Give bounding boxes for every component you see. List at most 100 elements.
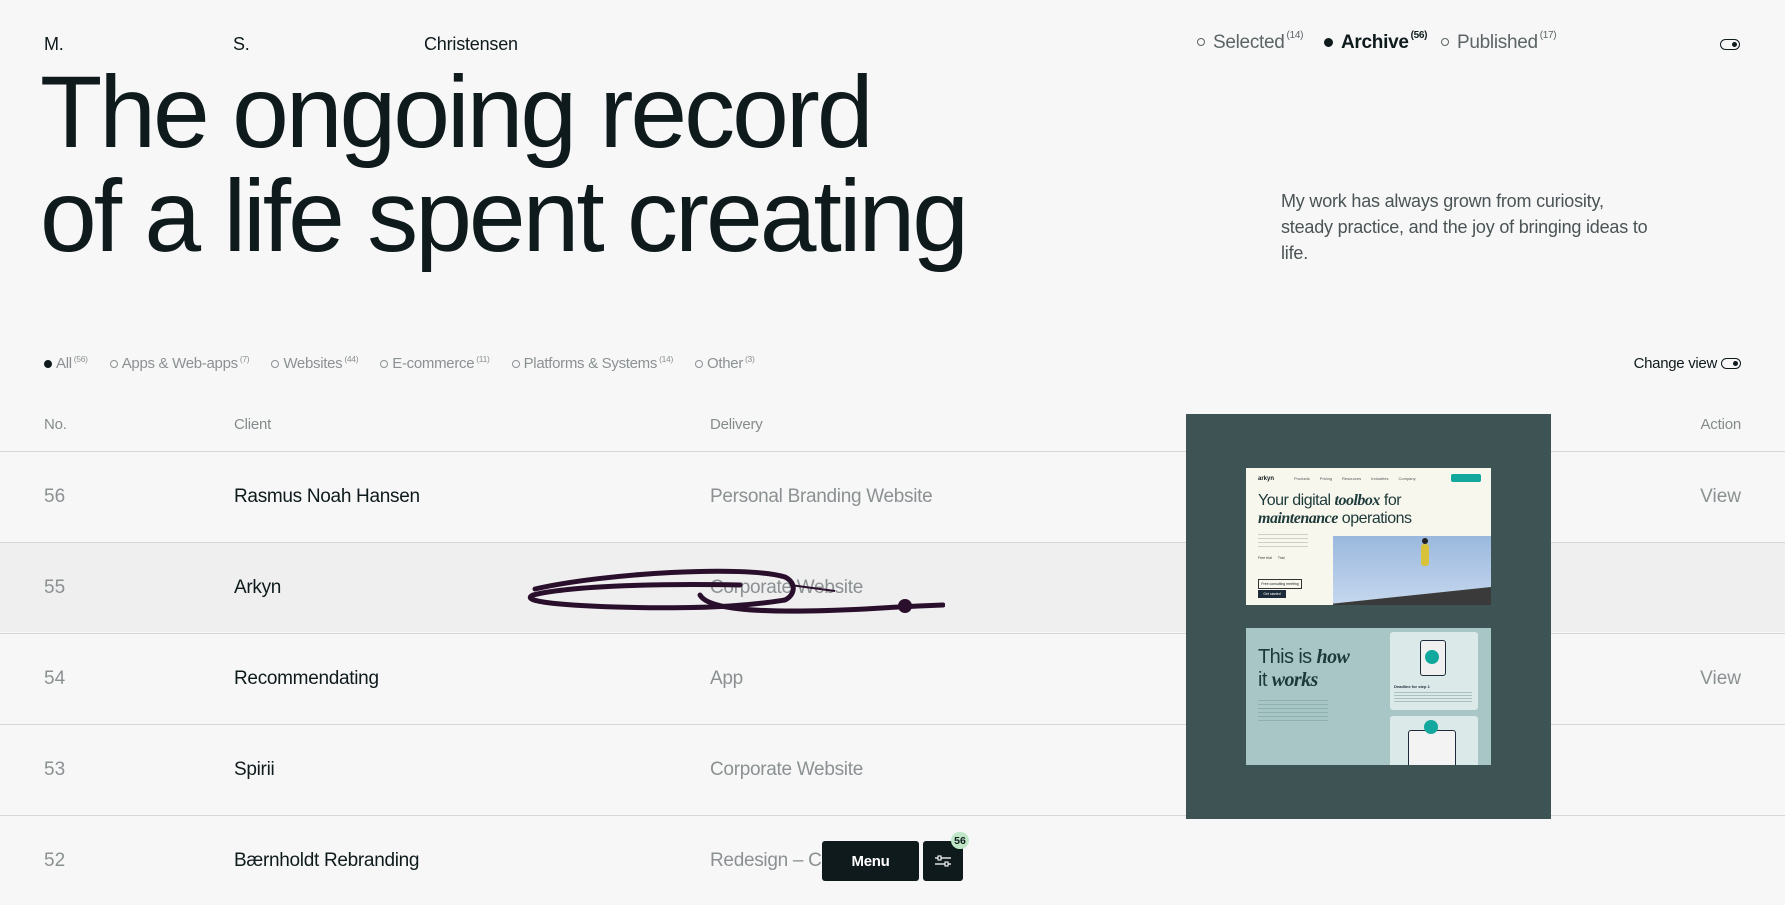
row-number: 54 [44, 668, 66, 689]
preview-cta [1451, 474, 1481, 482]
count-badge: 56 [951, 832, 969, 849]
row-client: Arkyn [234, 577, 282, 598]
project-preview: arkyn Products Pricing Resources Industr… [1186, 414, 1551, 819]
preview-screenshot-1: arkyn Products Pricing Resources Industr… [1246, 468, 1491, 605]
view-toggle-icon[interactable] [1721, 358, 1741, 369]
filter-websites[interactable]: Websites (44) [271, 354, 359, 372]
preview-headline-part: toolbox [1334, 492, 1381, 509]
nav-selected-count: (14) [1286, 30, 1304, 41]
change-view-label: Change view [1633, 355, 1718, 372]
row-delivery: Redesign – Co [710, 850, 832, 871]
row-number: 53 [44, 759, 66, 780]
filter-other[interactable]: Other (3) [695, 354, 755, 372]
row-number: 56 [44, 486, 66, 507]
page-title-line-2: of a life spent creating [40, 159, 969, 273]
nav-selected-label: Selected [1213, 32, 1285, 53]
scribble-annotation [528, 568, 945, 614]
preview2-card-title: Deadline for step 1 [1394, 684, 1430, 689]
radio-dot-icon [1324, 38, 1333, 47]
radio-dot-icon [271, 360, 280, 368]
menu-button[interactable]: Menu [822, 841, 919, 881]
preview-body-lines [1258, 534, 1308, 550]
preview-primary-button: Get started [1258, 590, 1286, 598]
radio-dot-icon [1441, 38, 1449, 46]
preview2-body-lines [1258, 700, 1328, 722]
nav-published-label: Published [1457, 32, 1538, 53]
preview-nav-item: Pricing [1319, 476, 1333, 481]
page-title: The ongoing record of a life spent creat… [40, 55, 969, 273]
filter-label: Other [707, 355, 744, 372]
column-header-delivery: Delivery [710, 416, 763, 433]
filter-apps[interactable]: Apps & Web-apps (7) [109, 354, 250, 372]
filter-label: Apps & Web-apps [121, 355, 238, 372]
row-client: Spirii [234, 759, 275, 780]
radio-dot-icon [380, 360, 389, 368]
row-delivery: Corporate Website [710, 759, 863, 780]
row-delivery: Personal Branding Website [710, 486, 933, 507]
row-number: 55 [44, 577, 66, 598]
column-header-client: Client [234, 416, 272, 433]
column-header-no: No. [44, 416, 67, 433]
preview-nav-item: Products [1294, 476, 1310, 481]
nav-published-count: (17) [1539, 30, 1557, 41]
intro-text: My work has always grown from curiosity,… [1281, 191, 1648, 263]
filter-label: Platforms & Systems [523, 355, 658, 372]
preview-nav-item: Resources [1342, 476, 1362, 481]
theme-toggle-icon[interactable] [1720, 39, 1740, 50]
nav-selected[interactable]: Selected (14) [1197, 30, 1304, 54]
preview-nav: Products Pricing Resources Industries Co… [1294, 476, 1416, 481]
radio-dot-icon [109, 360, 118, 368]
filter-count: (56) [73, 354, 88, 364]
preview2-card: Deadline for step 1 [1390, 632, 1478, 710]
preview-headline-part: for [1379, 492, 1402, 509]
preview-headline-part: operations [1337, 510, 1412, 527]
filter-count: (44) [344, 354, 359, 364]
preview2-headline-part: how [1316, 646, 1350, 668]
name-middle-initial[interactable]: S. [233, 34, 250, 55]
radio-dot-icon [695, 360, 703, 368]
preview2-headline-part: works [1271, 669, 1319, 691]
nav-archive[interactable]: Archive (56) [1324, 30, 1428, 54]
radio-dot-icon [511, 360, 520, 368]
preview2-headline-part: This is [1258, 646, 1317, 668]
nav-published[interactable]: Published (17) [1441, 30, 1557, 54]
row-view-link[interactable]: View [1700, 486, 1741, 508]
row-view-link[interactable]: View [1700, 668, 1741, 690]
preview-check: Free trial [1258, 556, 1272, 560]
preview-screenshot-2: This is how it works Deadline for step 1 [1246, 628, 1491, 765]
preview-hero-photo [1333, 536, 1491, 605]
name-first-initial[interactable]: M. [44, 34, 64, 55]
column-header-action: Action [1700, 416, 1742, 433]
preview-brand: arkyn [1258, 476, 1275, 482]
filter-label: All [56, 355, 72, 372]
filter-count: (3) [745, 354, 755, 364]
filter-ecommerce[interactable]: E-commerce (11) [380, 354, 490, 372]
row-number: 52 [44, 850, 66, 871]
row-client: Recommendating [234, 668, 379, 689]
preview-nav-item: Company [1398, 476, 1416, 481]
nav-archive-count: (56) [1410, 30, 1428, 41]
row-client: Bærnholdt Rebranding [234, 850, 420, 871]
radio-dot-icon [1197, 38, 1205, 46]
filter-all[interactable]: All (56) [44, 354, 88, 372]
preview-headline: Your digital toolbox for maintenance ope… [1258, 492, 1412, 528]
filter-label: E-commerce [392, 355, 475, 372]
preview-headline-part: Your digital [1258, 492, 1335, 509]
preview2-headline-part: it [1258, 669, 1272, 691]
preview-headline-part: maintenance [1258, 510, 1338, 527]
filter-platforms[interactable]: Platforms & Systems (14) [511, 354, 673, 372]
row-client: Rasmus Noah Hansen [234, 486, 420, 507]
category-filters: All (56) Apps & Web-apps (7) Websites (44) … [44, 354, 755, 372]
preview-nav-item: Industries [1371, 476, 1389, 481]
row-delivery: App [710, 668, 743, 689]
page-title-line-1: The ongoing record [40, 55, 874, 169]
name-last[interactable]: Christensen [424, 34, 518, 55]
filter-count: (11) [476, 354, 490, 364]
radio-dot-icon [44, 360, 52, 368]
change-view-button[interactable]: Change view [1633, 355, 1718, 372]
preview2-headline: This is how it works [1258, 646, 1350, 692]
nav-archive-label: Archive [1341, 32, 1409, 53]
preview-secondary-button: Free consulting meeting [1258, 579, 1302, 589]
preview-checks: Free trial Trial [1258, 556, 1285, 560]
preview-check: Trial [1277, 556, 1285, 560]
